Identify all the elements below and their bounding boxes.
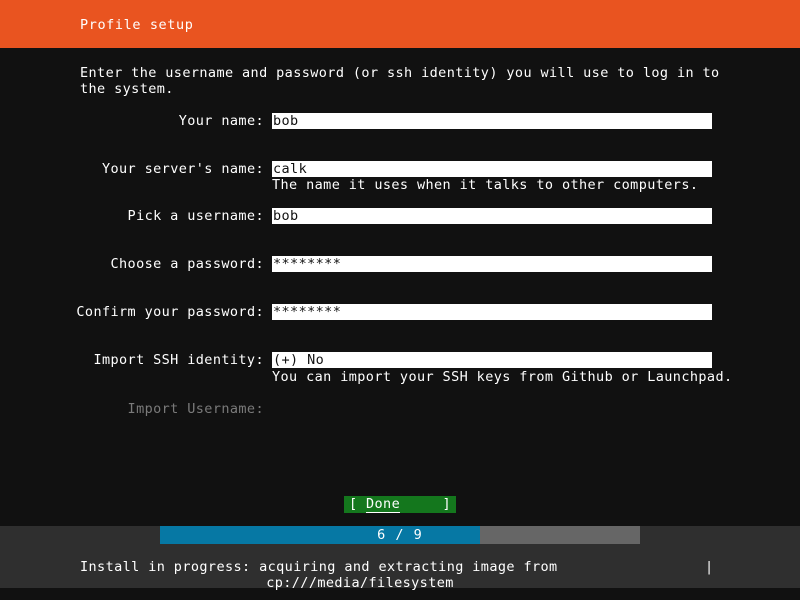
status-text-line2: cp:///media/filesystem [266, 575, 454, 591]
form-row-import-username: Import Username: [0, 401, 800, 417]
input-password-value: ******** [273, 256, 342, 272]
status-text-line1: Install in progress: acquiring and extra… [80, 559, 558, 575]
form-row-server-name: Your server's name: calk [0, 161, 800, 177]
progress-bar: 6 / 9 [160, 526, 640, 544]
input-server-name[interactable]: calk [272, 161, 712, 177]
label-ssh-identity: Import SSH identity: [93, 352, 264, 368]
input-server-name-value: calk [273, 161, 308, 177]
input-username-value: bob [273, 208, 299, 224]
form-row-ssh-identity: Import SSH identity: (+) No [0, 352, 800, 368]
label-username: Pick a username: [127, 208, 264, 224]
input-password[interactable]: ******** [272, 256, 712, 272]
done-bracket-left: [ [349, 496, 358, 512]
label-your-name: Your name: [178, 113, 264, 129]
label-confirm-password: Confirm your password: [76, 304, 264, 320]
form-row-username: Pick a username: bob [0, 208, 800, 224]
form-row-password: Choose a password: ******** [0, 256, 800, 272]
input-username[interactable]: bob [272, 208, 712, 224]
input-confirm-password-value: ******** [273, 304, 342, 320]
intro-text: Enter the username and password (or ssh … [80, 65, 729, 97]
input-your-name[interactable]: bob [272, 113, 712, 129]
progress-bar-label: 6 / 9 [377, 527, 423, 543]
input-confirm-password[interactable]: ******** [272, 304, 712, 320]
footer-bar: 6 / 9 Install in progress: acquiring and… [0, 526, 800, 591]
hint-ssh-identity: You can import your SSH keys from Github… [272, 369, 733, 385]
page-title: Profile setup [80, 17, 194, 33]
hint-server-name: The name it uses when it talks to other … [272, 177, 699, 193]
done-button[interactable]: [ Done ] [344, 496, 456, 513]
title-bar: Profile setup [0, 0, 800, 48]
form-row-your-name: Your name: bob [0, 113, 800, 129]
label-server-name: Your server's name: [101, 161, 264, 177]
form-row-confirm-password: Confirm your password: ******** [0, 304, 800, 320]
select-ssh-identity[interactable]: (+) No [272, 352, 712, 368]
label-password: Choose a password: [110, 256, 264, 272]
done-button-label: Done [366, 496, 401, 513]
spinner-icon: | [705, 559, 714, 575]
done-bracket-right: ] [442, 496, 451, 512]
label-import-username: Import Username: [127, 401, 264, 417]
input-your-name-value: bob [273, 113, 299, 129]
installer-screen: Profile setup Enter the username and pas… [0, 0, 800, 600]
select-ssh-identity-value: (+) No [273, 352, 325, 368]
